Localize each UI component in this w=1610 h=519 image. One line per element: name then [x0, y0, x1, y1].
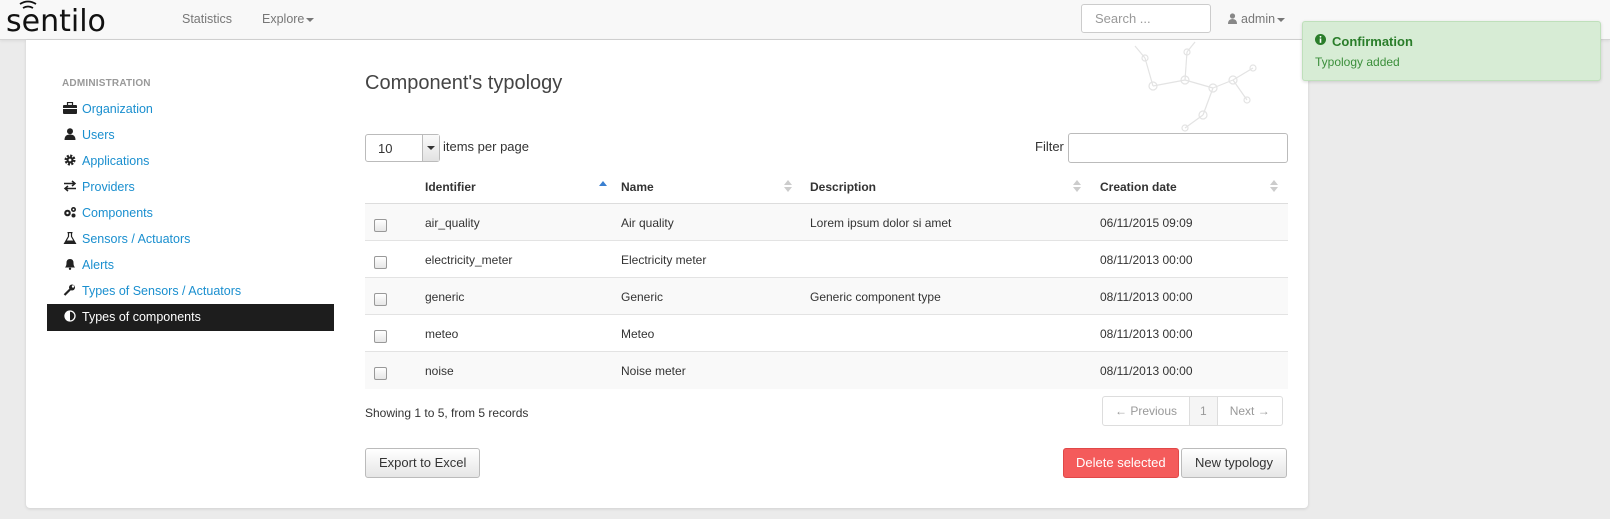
filter-label: Filter [1035, 139, 1064, 154]
user-icon [64, 128, 76, 140]
sidebar-item-alerts[interactable]: Alerts [47, 252, 334, 278]
records-info: Showing 1 to 5, from 5 records [365, 406, 529, 420]
pagination-page[interactable]: 1 [1190, 397, 1218, 425]
cell-identifier: generic [425, 290, 465, 304]
sidebar-item-label: Alerts [82, 258, 114, 272]
pagination: ← Previous 1 Next → [1102, 396, 1283, 426]
cell-description: Generic component type [810, 290, 941, 304]
chevron-down-icon [427, 146, 435, 150]
cell-name: Generic [621, 290, 664, 304]
sidebar-item-label: Organization [82, 102, 153, 116]
col-creation-date[interactable]: Creation date [1100, 180, 1177, 194]
sort-icon[interactable] [784, 179, 792, 193]
user-name: admin [1241, 12, 1276, 26]
chevron-down-icon [1277, 17, 1286, 22]
col-description[interactable]: Description [810, 180, 876, 194]
select-toggle[interactable] [422, 135, 439, 161]
cell-description: Lorem ipsum dolor si amet [810, 216, 952, 230]
row-checkbox[interactable] [374, 219, 387, 232]
cell-name: Electricity meter [621, 253, 707, 267]
table-row[interactable]: generic Generic Generic component type 0… [365, 278, 1288, 315]
confirmation-toast[interactable]: Confirmation Typology added [1302, 21, 1601, 81]
sidebar-item-label: Providers [82, 180, 135, 194]
row-checkbox[interactable] [374, 330, 387, 343]
items-per-page-label: items per page [443, 139, 529, 154]
table-header: Identifier Name Description Creation dat… [365, 169, 1288, 204]
cell-name: Air quality [621, 216, 674, 230]
user-icon [1228, 13, 1237, 24]
items-per-page-value: 10 [378, 141, 393, 156]
wrench-icon [63, 284, 75, 296]
sidebar-header: ADMINISTRATION [62, 78, 151, 89]
typology-table: Identifier Name Description Creation dat… [365, 169, 1288, 389]
table-row[interactable]: meteo Meteo 08/11/2013 00:00 [365, 315, 1288, 352]
col-name[interactable]: Name [621, 180, 654, 194]
sidebar-item-sensor-types[interactable]: Types of Sensors / Actuators [47, 278, 334, 304]
page-title: Component's typology [365, 72, 563, 94]
molecule-watermark-icon [1134, 41, 1257, 132]
sidebar-item-label: Users [82, 128, 115, 142]
sort-icon[interactable] [1270, 179, 1278, 193]
chevron-down-icon [306, 17, 315, 22]
sidebar-item-label: Components [82, 206, 153, 220]
table-row[interactable]: noise Noise meter 08/11/2013 00:00 [365, 352, 1288, 389]
col-identifier[interactable]: Identifier [425, 180, 476, 194]
toast-message: Typology added [1315, 55, 1400, 69]
items-per-page-select[interactable]: 10 [365, 134, 440, 162]
cell-identifier: electricity_meter [425, 253, 513, 267]
brand-text: sentilo [6, 4, 106, 38]
table-row[interactable]: air_quality Air quality Lorem ipsum dolo… [365, 204, 1288, 241]
user-menu[interactable]: admin [1228, 12, 1286, 26]
delete-selected-button[interactable]: Delete selected [1063, 448, 1179, 478]
nav-explore-label: Explore [262, 12, 305, 26]
toast-title: Confirmation [1332, 34, 1413, 49]
export-excel-button[interactable]: Export to Excel [365, 448, 481, 478]
sidebar-item-label: Types of Sensors / Actuators [82, 284, 242, 298]
row-checkbox[interactable] [374, 367, 387, 380]
search-input[interactable] [1081, 4, 1211, 33]
sidebar-item-label: Sensors / Actuators [82, 232, 191, 246]
flask-icon [63, 232, 77, 244]
gears-icon [64, 207, 76, 218]
cell-identifier: meteo [425, 327, 459, 341]
cell-name: Meteo [621, 327, 655, 341]
cell-creation-date: 08/11/2013 00:00 [1100, 327, 1193, 341]
sidebar-item-users[interactable]: Users [47, 122, 334, 148]
info-icon [1315, 34, 1326, 45]
sidebar-item-components[interactable]: Components [47, 200, 334, 226]
cell-name: Noise meter [621, 364, 686, 378]
new-typology-button[interactable]: New typology [1181, 448, 1288, 478]
sentilo-logo[interactable]: sentilo [6, 0, 141, 38]
sort-icon[interactable] [1073, 179, 1081, 193]
nav-statistics[interactable]: Statistics [182, 12, 232, 26]
filter-input[interactable] [1068, 133, 1288, 163]
row-checkbox[interactable] [374, 256, 387, 269]
cell-creation-date: 06/11/2015 09:09 [1100, 216, 1193, 230]
cell-identifier: noise [425, 364, 454, 378]
sidebar-item-component-types[interactable]: Types of components [47, 304, 334, 331]
briefcase-icon [63, 102, 77, 114]
pagination-next[interactable]: Next → [1218, 397, 1282, 425]
nav-explore[interactable]: Explore [262, 12, 315, 26]
sidebar-item-label: Applications [82, 154, 150, 168]
adjust-icon [64, 310, 76, 322]
cell-creation-date: 08/11/2013 00:00 [1100, 290, 1193, 304]
sidebar-item-applications[interactable]: Applications [47, 148, 334, 174]
bell-icon [65, 259, 75, 270]
sort-asc-icon[interactable] [599, 179, 607, 193]
exchange-icon [63, 180, 77, 192]
sidebar-item-providers[interactable]: Providers [47, 174, 334, 200]
row-checkbox[interactable] [374, 293, 387, 306]
sidebar-item-sensors-actuators[interactable]: Sensors / Actuators [47, 226, 334, 252]
cell-creation-date: 08/11/2013 00:00 [1100, 364, 1193, 378]
sidebar-item-label: Types of components [82, 310, 201, 324]
cell-identifier: air_quality [425, 216, 480, 230]
gear-icon [64, 154, 76, 166]
cell-creation-date: 08/11/2013 00:00 [1100, 253, 1193, 267]
table-row[interactable]: electricity_meter Electricity meter 08/1… [365, 241, 1288, 278]
pagination-previous[interactable]: ← Previous [1103, 397, 1191, 425]
sidebar-item-organization[interactable]: Organization [47, 96, 334, 122]
